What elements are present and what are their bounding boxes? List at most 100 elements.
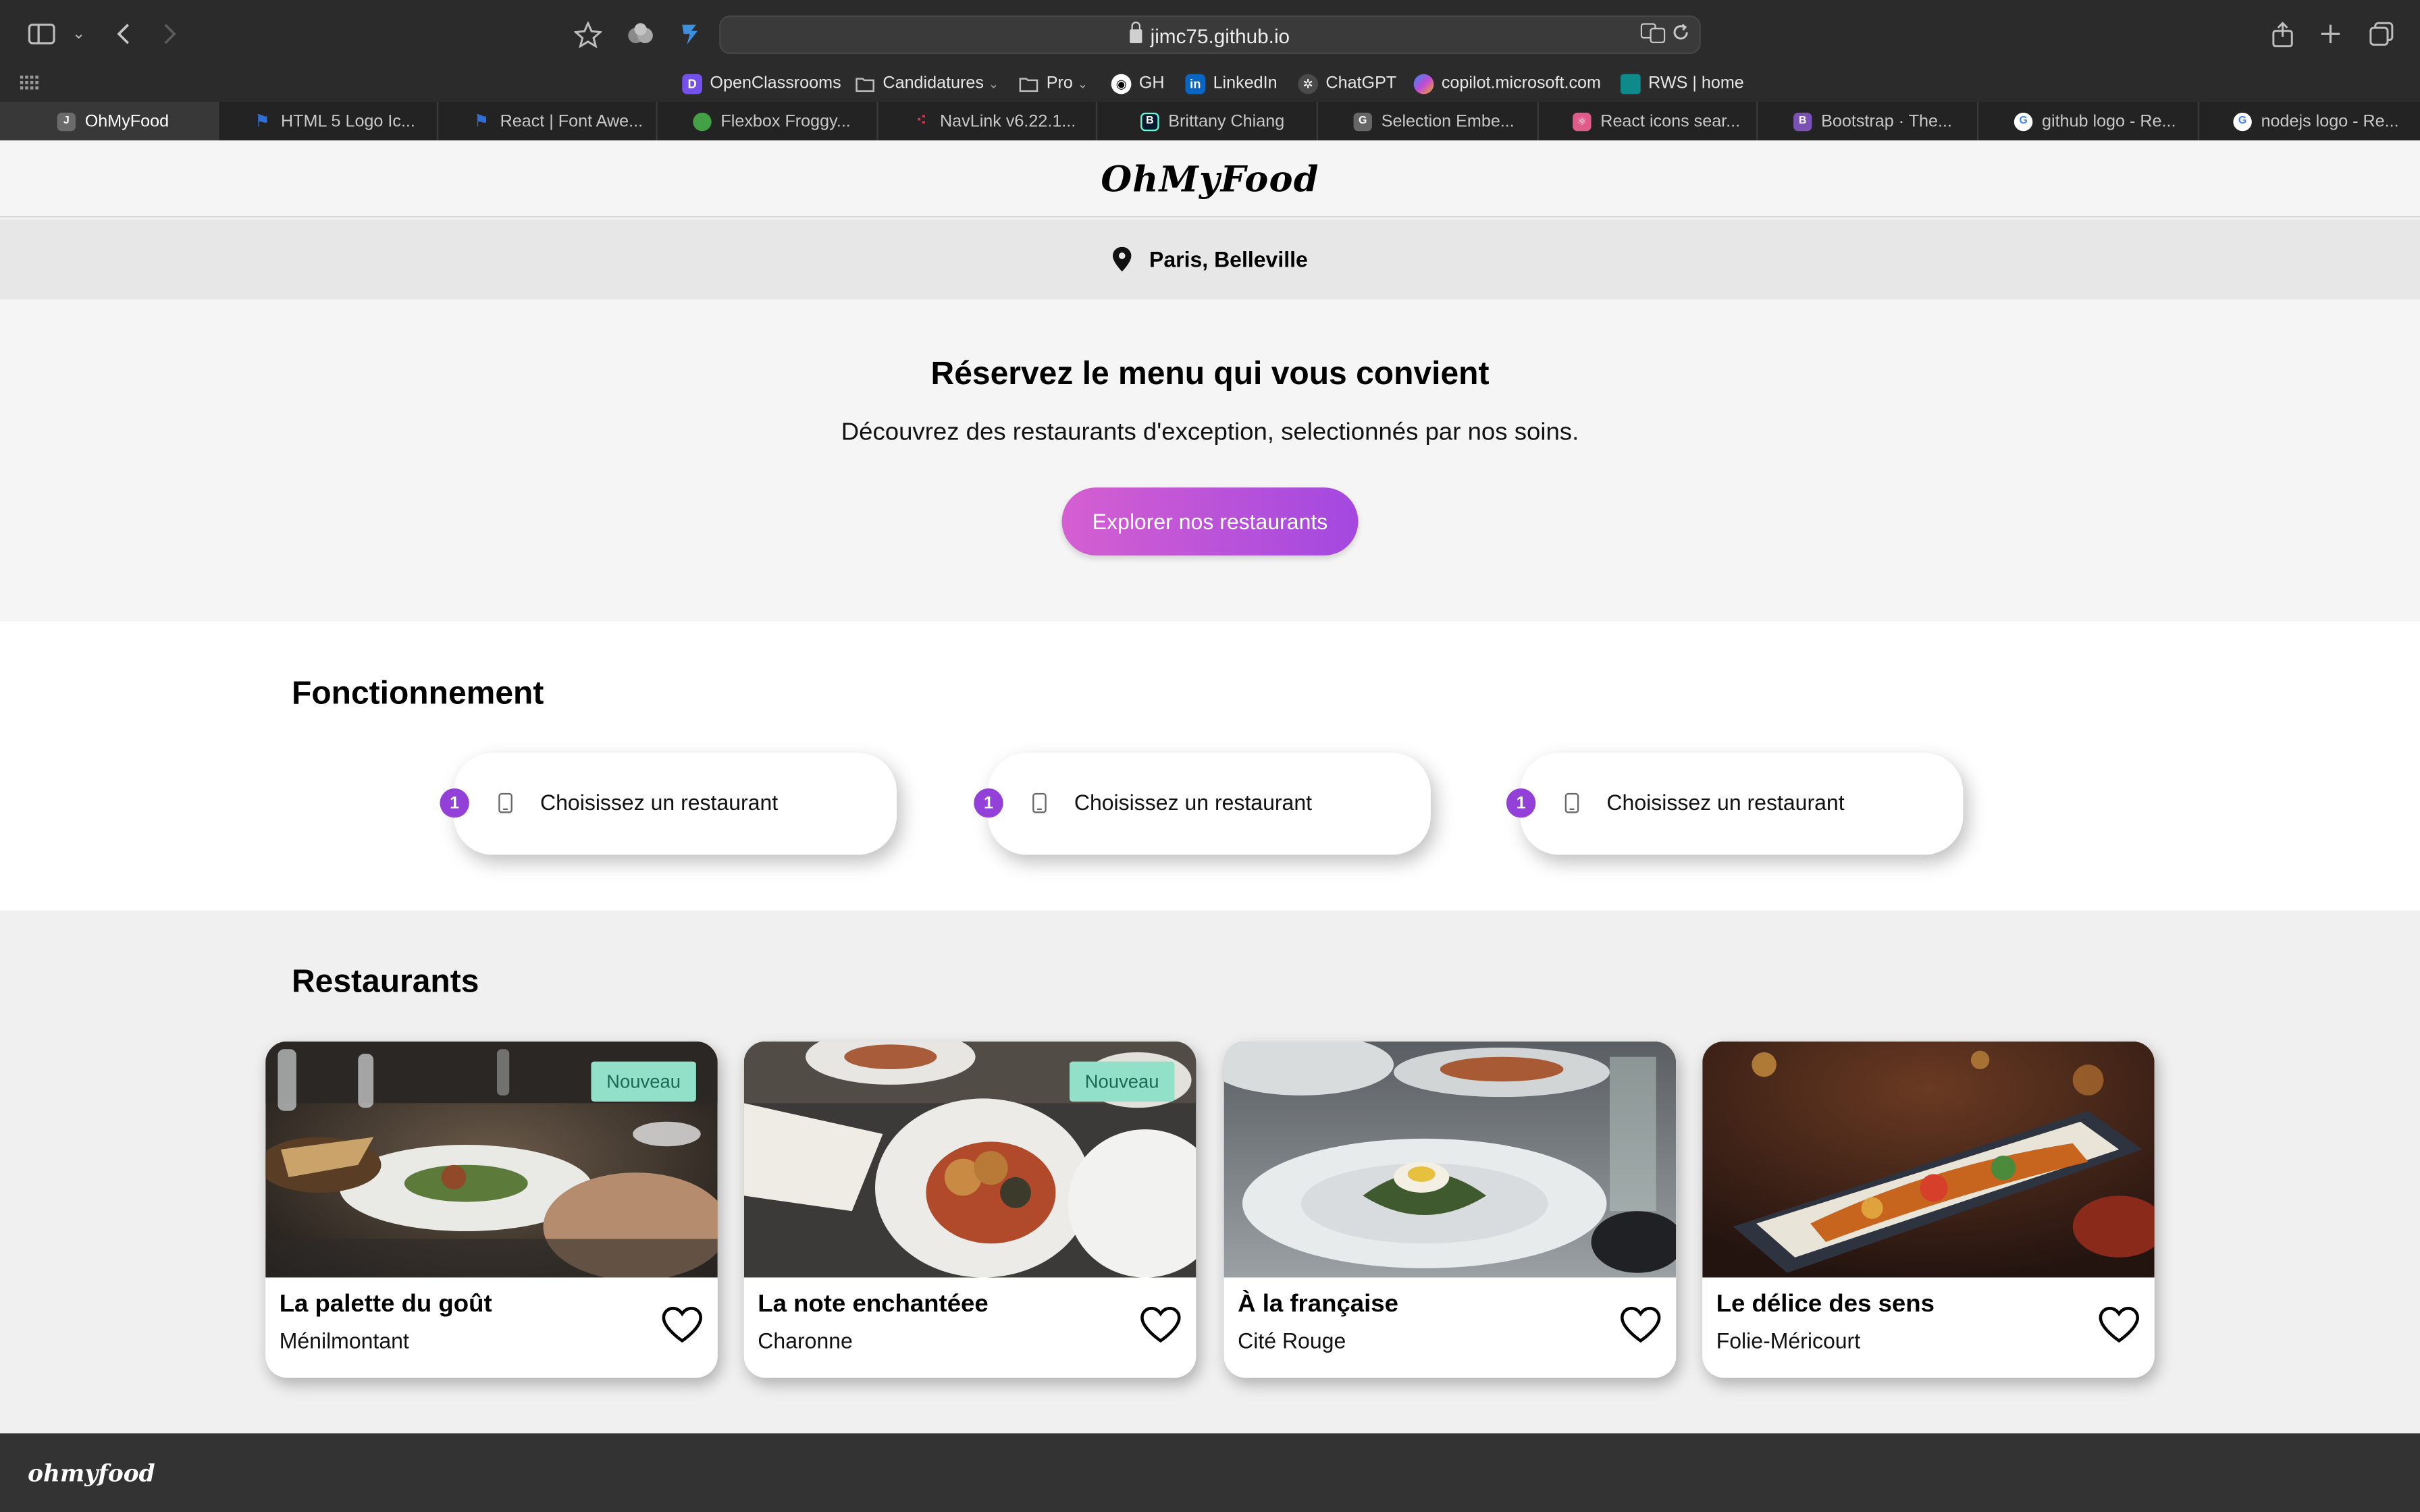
- heart-icon[interactable]: [1139, 1305, 1182, 1344]
- map-pin-icon: [1112, 246, 1131, 272]
- sidebar-toggle-icon[interactable]: [22, 16, 61, 53]
- bookmark-folder-pro[interactable]: Pro ⌄: [1019, 70, 1088, 97]
- tab-selection-embed[interactable]: G Selection Embe...: [1319, 101, 1539, 141]
- mobile-phone-icon: [498, 792, 512, 813]
- tab-html5-logo[interactable]: ⚑ HTML 5 Logo Ic...: [219, 101, 439, 141]
- section-title: Restaurants: [292, 964, 479, 1000]
- bookmark-chatgpt[interactable]: ✲ ChatGPT: [1298, 70, 1396, 97]
- explore-restaurants-button[interactable]: Explorer nos restaurants: [1061, 487, 1359, 556]
- mobile-phone-icon: [1032, 792, 1047, 813]
- tab-bootstrap[interactable]: B Bootstrap · The...: [1760, 101, 1979, 141]
- tab-label: OhMyFood: [84, 111, 169, 131]
- restaurant-photo: Nouveau: [743, 1041, 1196, 1278]
- bookmark-folder-candidatures[interactable]: Candidatures ⌄: [855, 70, 999, 97]
- share-icon[interactable]: [2263, 16, 2303, 53]
- step-label: Choisissez un restaurant: [540, 790, 779, 815]
- hero-section: Réservez le menu qui vous convient Décou…: [0, 299, 2420, 622]
- bookmarks-bar: D OpenClassrooms Candidatures ⌄ Pro ⌄ ◉ GH i…: [0, 68, 2420, 102]
- heart-icon[interactable]: [2097, 1305, 2140, 1344]
- bookmark-label: Candidatures: [883, 74, 984, 93]
- translate-icon[interactable]: [1640, 23, 1666, 48]
- step-label: Choisissez un restaurant: [1606, 790, 1845, 815]
- site-header: OhMyFood: [0, 140, 2420, 218]
- copilot-icon: [1413, 73, 1434, 94]
- tab-group-chevron-icon[interactable]: ⌄: [59, 16, 99, 53]
- section-title: Fonctionnement: [292, 676, 544, 711]
- bookmark-label: OpenClassrooms: [710, 74, 841, 93]
- url-text: jimc75.github.io: [720, 22, 1699, 48]
- heart-icon[interactable]: [660, 1305, 704, 1344]
- forward-icon[interactable]: [150, 16, 190, 53]
- browser-chrome: ⌄ jimc75.github.io D OpenClassrooms Cand…: [0, 0, 2420, 141]
- footer-logo[interactable]: ohmyfood: [28, 1459, 155, 1487]
- tab-label: React | Font Awe...: [500, 111, 643, 131]
- folder-icon: [855, 74, 875, 94]
- restaurant-photo: Nouveau: [265, 1041, 718, 1278]
- back-icon[interactable]: [103, 16, 143, 53]
- restaurant-card[interactable]: Nouveau La note enchantéee Charonne: [743, 1041, 1196, 1378]
- restaurant-card[interactable]: Le délice des sens Folie-Méricourt: [1702, 1041, 2155, 1378]
- tab-ohmyfood[interactable]: J OhMyFood: [0, 101, 219, 141]
- flag-icon: ⚑: [255, 112, 270, 132]
- address-bar[interactable]: jimc75.github.io: [719, 15, 1701, 54]
- tab-label: github logo - Re...: [2042, 111, 2176, 131]
- bookmark-openclassrooms[interactable]: D OpenClassrooms: [682, 70, 841, 97]
- step-number: 1: [1506, 788, 1536, 818]
- restaurant-name: La palette du goût: [279, 1291, 492, 1318]
- bookmark-label: copilot.microsoft.com: [1441, 74, 1601, 93]
- tab-navlink[interactable]: ⁖ NavLink v6.22.1...: [878, 101, 1098, 141]
- restaurant-card[interactable]: À la française Cité Rouge: [1224, 1041, 1677, 1378]
- tab-github-logo[interactable]: Ggithub logo - Re...: [1980, 101, 2200, 141]
- bookmark-label: RWS | home: [1648, 74, 1744, 93]
- chevron-down-icon: ⌄: [1077, 76, 1088, 90]
- react-router-icon: ⁖: [916, 112, 927, 130]
- tab-overview-icon[interactable]: [2361, 16, 2401, 53]
- restaurants-section: Restaurants Nouveau La palette du goût M…: [0, 910, 2420, 1434]
- mobile-phone-icon: [1564, 792, 1579, 813]
- restaurant-name: La note enchantéee: [758, 1291, 989, 1318]
- location-text: Paris, Belleville: [1149, 246, 1308, 272]
- tab-label: Brittany Chiang: [1168, 111, 1285, 131]
- tab-nodejs-logo[interactable]: Gnodejs logo - Re...: [2199, 102, 2419, 140]
- step-card[interactable]: 1 Choisissez un restaurant: [440, 753, 897, 855]
- step-card[interactable]: 1 Choisissez un restaurant: [974, 753, 1431, 855]
- tab-brittany-chiang[interactable]: B Brittany Chiang: [1099, 101, 1319, 141]
- tab-favicon-icon: G: [1353, 111, 1373, 131]
- chevron-down-icon: ⌄: [988, 76, 999, 90]
- bookmark-star-icon[interactable]: [568, 16, 608, 53]
- linkedin-icon: in: [1185, 73, 1206, 94]
- tab-label: Bootstrap · The...: [1821, 111, 1952, 131]
- github-icon: ◉: [1111, 73, 1132, 94]
- browser-toolbar: ⌄ jimc75.github.io: [0, 0, 2420, 68]
- bookmark-rws[interactable]: RWS | home: [1621, 70, 1744, 97]
- tab-react-fontawesome[interactable]: ⚑ React | Font Awe...: [438, 101, 658, 141]
- tab-react-icons[interactable]: ⚛ React icons sear...: [1539, 101, 1758, 141]
- site-logo[interactable]: OhMyFood: [1101, 159, 1319, 200]
- step-card[interactable]: 1 Choisissez un restaurant: [1506, 753, 1964, 855]
- restaurant-area: Folie-Méricourt: [1716, 1328, 1861, 1353]
- heart-icon[interactable]: [1619, 1305, 1662, 1344]
- new-tab-icon[interactable]: [2311, 16, 2350, 53]
- tab-flexbox-froggy[interactable]: Flexbox Froggy...: [659, 101, 878, 141]
- bootstrap-icon: B: [1793, 111, 1812, 131]
- bookmark-label: ChatGPT: [1325, 74, 1397, 93]
- folder-icon: [1019, 74, 1039, 94]
- restaurant-name: À la française: [1238, 1291, 1398, 1318]
- extension-bird-icon[interactable]: [670, 16, 710, 53]
- bookmark-label: GH: [1138, 74, 1165, 93]
- bookmark-gh[interactable]: ◉ GH: [1111, 70, 1165, 97]
- bookmark-copilot[interactable]: copilot.microsoft.com: [1413, 70, 1601, 97]
- step-number: 1: [974, 788, 1003, 818]
- reload-icon[interactable]: [1671, 23, 1689, 46]
- flag-icon: ⚑: [473, 112, 490, 132]
- step-number: 1: [440, 788, 469, 818]
- extension-icon[interactable]: [621, 16, 660, 53]
- bookmark-linkedin[interactable]: in LinkedIn: [1185, 70, 1278, 97]
- restaurant-photo: [1224, 1041, 1677, 1278]
- rws-icon: [1621, 73, 1641, 94]
- restaurant-card[interactable]: Nouveau La palette du goût Ménilmontant: [265, 1041, 718, 1378]
- restaurant-area: Charonne: [758, 1328, 853, 1353]
- tab-label: NavLink v6.22.1...: [940, 111, 1076, 131]
- restaurant-name: Le délice des sens: [1716, 1291, 1935, 1318]
- tab-label: React icons sear...: [1600, 111, 1741, 131]
